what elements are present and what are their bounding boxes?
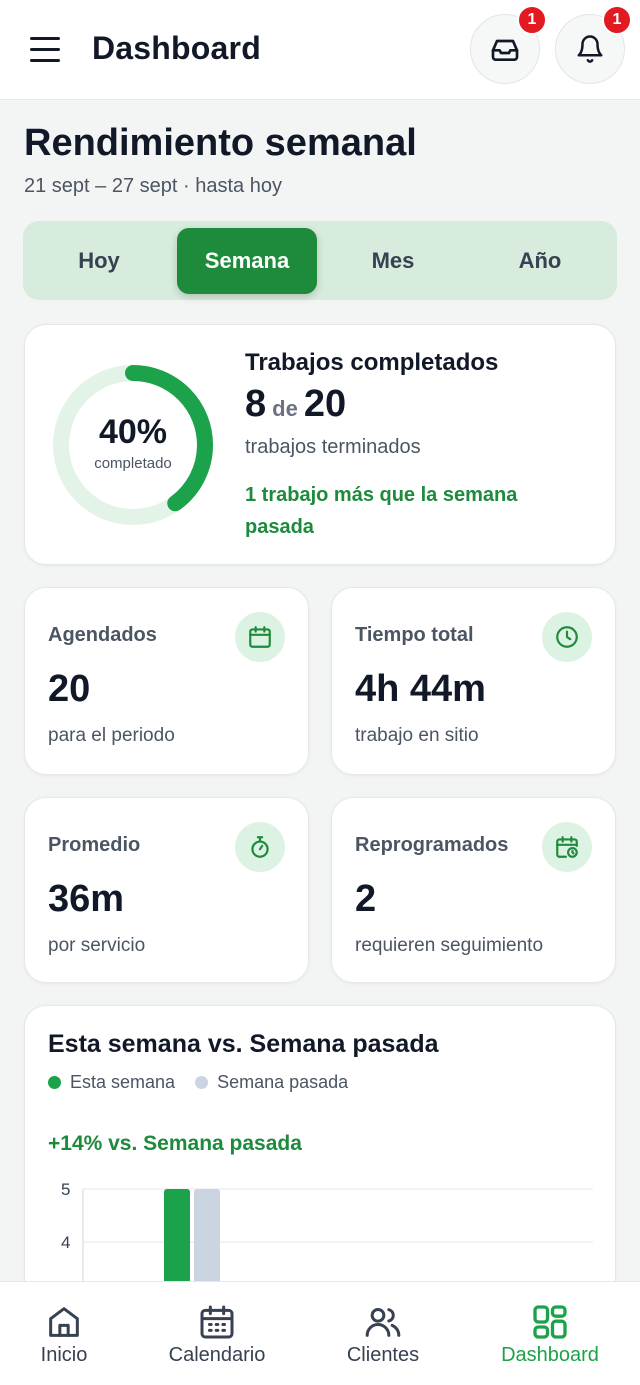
stat-label: Reprogramados [355,834,509,856]
jobs-count: 8 de 20 [245,383,346,426]
nav-calendario[interactable]: Calendario [137,1282,297,1385]
menu-icon[interactable] [26,30,66,70]
calendar-icon [235,612,285,662]
top-bar: Dashboard 1 1 [0,0,640,100]
inbox-badge: 1 [517,5,547,35]
jobs-delta: 1 trabajo más que la semana pasada [245,484,518,538]
stat-value: 20 [48,668,91,710]
notifications-badge: 1 [602,5,632,35]
stat-label: Promedio [48,834,141,856]
y-tick-label: 5 [61,1180,70,1199]
nav-label: Clientes [346,1344,420,1366]
stat-label: Tiempo total [355,624,474,646]
home-icon [49,1307,79,1337]
app-title: Dashboard [92,30,261,66]
users-icon [365,1308,401,1337]
chart-legend: Esta semana Semana pasada [48,1072,368,1093]
stat-sub: trabajo en sitio [355,725,479,746]
y-tick-label: 4 [61,1233,70,1252]
stat-card-promedio: Promedio 36m por servicio [24,797,309,983]
period-segmented-control: Hoy Semana Mes Año [23,221,617,300]
jobs-title: Trabajos completados [245,349,499,376]
calendar-icon [200,1305,234,1339]
nav-label: Dashboard [501,1344,599,1366]
stat-sub: por servicio [48,935,146,956]
dashboard-grid-icon [533,1305,567,1339]
progress-percent: 40% [98,413,168,451]
completed-jobs-card: 40% completado Trabajos completados 8 de 2… [24,324,616,565]
comparison-delta: +14% vs. Semana pasada [48,1132,302,1155]
segment-semana[interactable]: Semana [177,228,317,294]
comparison-title: Esta semana vs. Semana pasada [48,1030,439,1058]
segment-hoy[interactable]: Hoy [29,228,169,294]
jobs-description: trabajos terminados [245,436,421,458]
jobs-total: 20 [303,383,347,425]
legend-last-week: Semana pasada [195,1072,348,1093]
bell-icon [577,35,603,63]
inbox-icon [491,39,519,61]
stat-sub: requieren seguimiento [355,935,544,956]
segment-mes[interactable]: Mes [323,228,463,294]
nav-dashboard[interactable]: Dashboard [470,1282,630,1385]
stat-sub: para el periodo [48,725,175,746]
calendar-clock-icon [542,822,592,872]
date-range: 21 sept – 27 sept · hasta hoy [24,175,282,197]
page-title: Rendimiento semanal [24,122,417,164]
nav-inicio[interactable]: Inicio [0,1282,144,1385]
stat-value: 36m [48,878,125,920]
comparison-card: Esta semana vs. Semana pasada Esta seman… [24,1005,616,1325]
jobs-of: de [272,396,298,421]
nav-label: Calendario [168,1344,266,1366]
stat-value: 4h 44m [355,668,486,710]
progress-ring: 40% completado [53,365,213,525]
bottom-navigation: Inicio Calendario Clientes Dashboard [0,1281,640,1385]
progress-caption: completado [94,455,172,472]
nav-clientes[interactable]: Clientes [303,1282,463,1385]
notifications-button[interactable]: 1 [555,5,632,84]
segment-ano[interactable]: Año [470,228,610,294]
inbox-button[interactable]: 1 [470,5,547,84]
stat-card-tiempo-total: Tiempo total 4h 44m trabajo en sitio [331,587,616,775]
jobs-completed: 8 [245,383,267,425]
stat-label: Agendados [48,624,157,646]
stat-value: 2 [355,878,377,920]
stopwatch-icon [235,822,285,872]
stat-card-reprogramados: Reprogramados 2 requieren seguimiento [331,797,616,983]
legend-this-week: Esta semana [48,1072,175,1093]
clock-icon [542,612,592,662]
nav-label: Inicio [40,1344,88,1366]
stat-card-agendados: Agendados 20 para el periodo [24,587,309,775]
